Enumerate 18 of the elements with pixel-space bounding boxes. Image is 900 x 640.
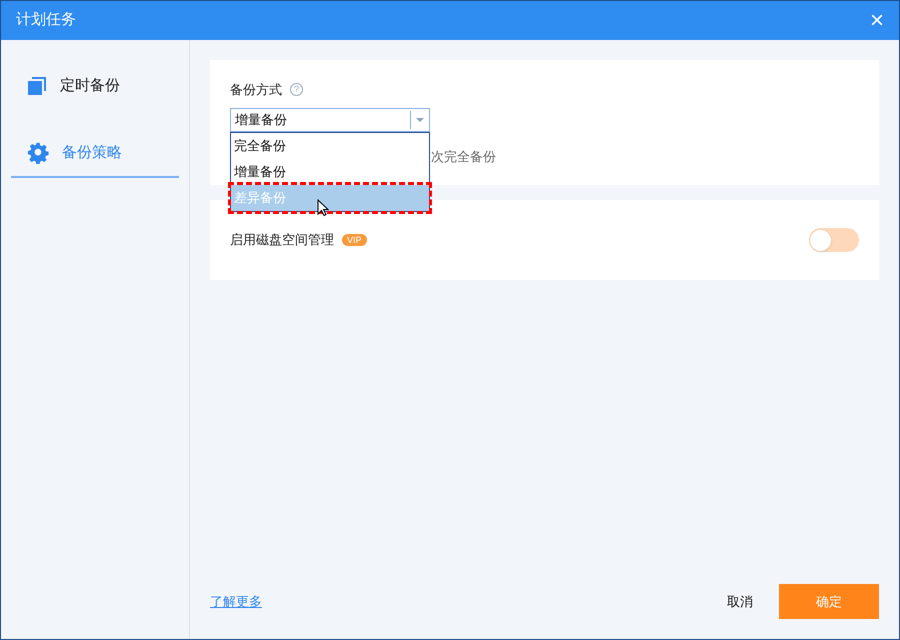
learn-more-link[interactable]: 了解更多 (210, 592, 262, 612)
backup-method-dropdown[interactable]: 增量备份 (230, 108, 430, 132)
cancel-button[interactable]: 取消 (709, 584, 771, 619)
vip-badge: VIP (342, 234, 367, 246)
disk-space-label: 启用磁盘空间管理 (230, 231, 334, 250)
toggle-switch[interactable] (809, 228, 859, 252)
ok-button[interactable]: 确定 (779, 584, 879, 619)
gear-icon (27, 142, 49, 164)
copy-icon (27, 76, 47, 96)
sidebar-item[interactable]: 备份策略 (11, 130, 179, 178)
sidebar-item[interactable]: 定时备份 (11, 62, 179, 110)
dropdown-option[interactable]: 完全备份 (231, 132, 429, 158)
dropdown-option[interactable]: 增量备份 (231, 158, 429, 184)
window-title: 计划任务 (16, 10, 76, 30)
hint-text: 次完全备份 (431, 148, 496, 166)
backup-method-label: 备份方式 (230, 81, 282, 99)
help-icon[interactable]: ? (290, 83, 303, 96)
close-button[interactable]: × (870, 8, 884, 32)
